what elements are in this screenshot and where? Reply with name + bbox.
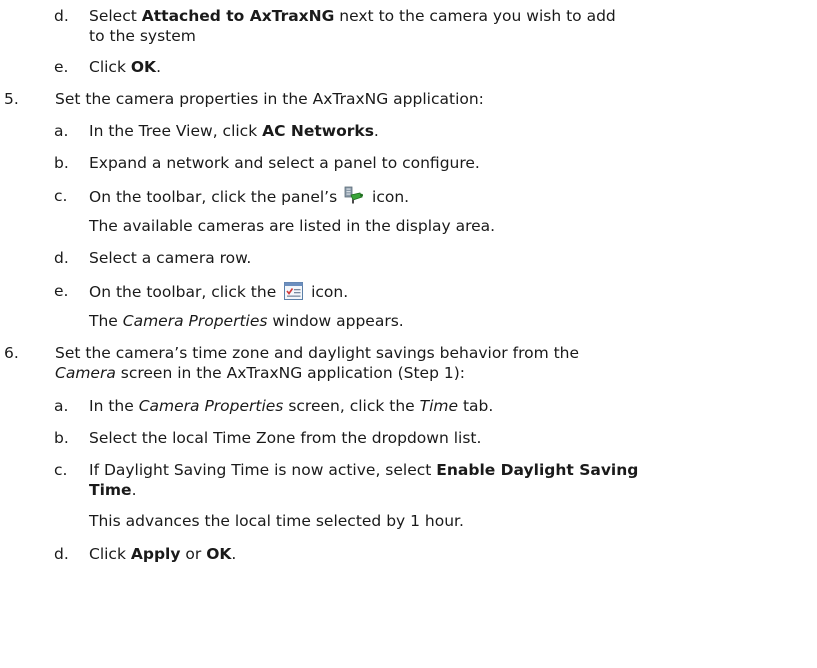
list-item-text: In the Camera Properties screen, click t… bbox=[89, 397, 494, 415]
item-label: b. bbox=[54, 154, 69, 172]
list-item-text: In the Tree View, click AC Networks. bbox=[89, 122, 379, 140]
list-item-text: On the toolbar, click the icon. bbox=[89, 281, 349, 301]
list-item-text: Select the local Time Zone from the drop… bbox=[89, 429, 482, 447]
step-text-continued: Camera screen in the AxTraxNG applicatio… bbox=[55, 364, 465, 382]
list-item-note: The Camera Properties window appears. bbox=[89, 312, 404, 330]
list-item-note: The available cameras are listed in the … bbox=[89, 217, 496, 235]
item-label: e. bbox=[54, 58, 69, 76]
list-item-text: Select a camera row. bbox=[89, 249, 252, 267]
properties-icon bbox=[283, 281, 304, 301]
item-label: d. bbox=[54, 7, 69, 25]
list-item-text: If Daylight Saving Time is now active, s… bbox=[89, 461, 639, 479]
step-number: 5. bbox=[4, 90, 19, 108]
list-item-text: Click OK. bbox=[89, 58, 161, 76]
list-item-text: Expand a network and select a panel to c… bbox=[89, 154, 480, 172]
item-label: d. bbox=[54, 249, 69, 267]
item-label: a. bbox=[54, 397, 69, 415]
step-text: Set the camera properties in the AxTraxN… bbox=[55, 90, 484, 108]
list-item-text-continued: to the system bbox=[89, 27, 196, 45]
list-item-text: On the toolbar, click the panel’s icon. bbox=[89, 186, 410, 206]
item-label: d. bbox=[54, 545, 69, 563]
list-item-text: Click Apply or OK. bbox=[89, 545, 237, 563]
item-label: b. bbox=[54, 429, 69, 447]
item-label: c. bbox=[54, 461, 68, 479]
list-item-note: This advances the local time selected by… bbox=[89, 512, 464, 530]
list-item-text: Select Attached to AxTraxNG next to the … bbox=[89, 7, 616, 25]
item-label: e. bbox=[54, 282, 69, 300]
list-item-text-continued: Time. bbox=[89, 481, 137, 499]
step-number: 6. bbox=[4, 344, 19, 362]
item-label: c. bbox=[54, 187, 68, 205]
item-label: a. bbox=[54, 122, 69, 140]
step-text: Set the camera’s time zone and daylight … bbox=[55, 344, 580, 362]
camera-panel-icon bbox=[344, 186, 365, 206]
